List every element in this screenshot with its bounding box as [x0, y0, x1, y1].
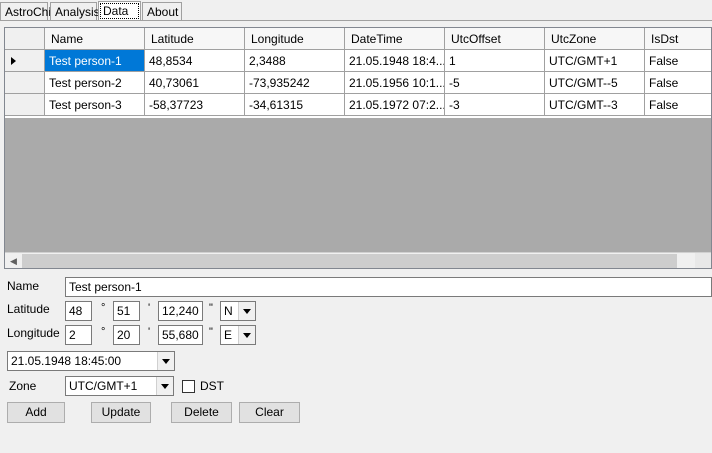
- table-row[interactable]: Test person-2 40,73061 -73,935242 21.05.…: [5, 72, 711, 94]
- longitude-direction-select[interactable]: E: [220, 325, 256, 345]
- cell-name[interactable]: Test person-3: [45, 94, 145, 116]
- cell-datetime[interactable]: 21.05.1948 18:4...: [345, 50, 445, 72]
- scrollbar-thumb[interactable]: [22, 254, 677, 268]
- latitude-seconds-field[interactable]: 12,240: [158, 301, 203, 321]
- tab-strip: AstroChi Analysis Data About: [0, 0, 712, 22]
- cell-isdst[interactable]: False: [645, 72, 711, 94]
- scrollbar-corner: [695, 253, 711, 268]
- longitude-direction-value: E: [224, 328, 233, 342]
- latitude-direction-value: N: [224, 304, 233, 318]
- longitude-minutes-field[interactable]: 20: [113, 325, 140, 345]
- zone-value: UTC/GMT+1: [69, 379, 138, 393]
- update-button[interactable]: Update: [91, 402, 151, 423]
- zone-select[interactable]: UTC/GMT+1: [65, 376, 174, 396]
- column-header-latitude[interactable]: Latitude: [145, 28, 245, 50]
- tab-analysis[interactable]: Analysis: [50, 2, 100, 20]
- column-header-name[interactable]: Name: [45, 28, 145, 50]
- cell-name[interactable]: Test person-1: [45, 50, 145, 72]
- data-grid[interactable]: Name Latitude Longitude DateTime UtcOffs…: [4, 27, 712, 269]
- cell-utczone[interactable]: UTC/GMT+1: [545, 50, 645, 72]
- column-header-longitude[interactable]: Longitude: [245, 28, 345, 50]
- cell-latitude[interactable]: 40,73061: [145, 72, 245, 94]
- cell-longitude[interactable]: -34,61315: [245, 94, 345, 116]
- column-header-datetime[interactable]: DateTime: [345, 28, 445, 50]
- current-row-arrow-icon: [11, 57, 16, 65]
- cell-latitude[interactable]: 48,8534: [145, 50, 245, 72]
- cell-longitude[interactable]: -73,935242: [245, 72, 345, 94]
- datetime-picker[interactable]: 21.05.1948 18:45:00: [7, 351, 175, 371]
- column-header-utczone[interactable]: UtcZone: [545, 28, 645, 50]
- tab-about[interactable]: About: [142, 2, 182, 20]
- row-header[interactable]: [5, 94, 45, 116]
- cell-datetime[interactable]: 21.05.1972 07:2...: [345, 94, 445, 116]
- latitude-label: Latitude: [7, 302, 50, 316]
- tab-data[interactable]: Data: [98, 1, 141, 21]
- minute-symbol: ': [148, 326, 151, 338]
- horizontal-scrollbar[interactable]: ◀: [5, 252, 711, 268]
- degree-symbol: °: [101, 326, 106, 338]
- add-button[interactable]: Add: [7, 402, 65, 423]
- cell-datetime[interactable]: 21.05.1956 10:1...: [345, 72, 445, 94]
- cell-isdst[interactable]: False: [645, 94, 711, 116]
- grid-empty-area: [5, 118, 711, 252]
- longitude-seconds-field[interactable]: 55,680: [158, 325, 203, 345]
- longitude-degrees-field[interactable]: 2: [65, 325, 92, 345]
- cell-latitude[interactable]: -58,37723: [145, 94, 245, 116]
- cell-name[interactable]: Test person-2: [45, 72, 145, 94]
- longitude-label: Longitude: [7, 326, 60, 340]
- tab-divider: [0, 20, 712, 21]
- dst-label: DST: [200, 379, 224, 393]
- grid-corner-cell: [5, 28, 45, 50]
- latitude-direction-select[interactable]: N: [220, 301, 256, 321]
- scroll-left-icon[interactable]: ◀: [5, 253, 22, 268]
- chevron-down-icon[interactable]: [157, 352, 174, 370]
- degree-symbol: °: [101, 302, 106, 314]
- chevron-down-icon[interactable]: [238, 302, 255, 320]
- cell-longitude[interactable]: 2,3488: [245, 50, 345, 72]
- second-symbol: ": [209, 326, 213, 338]
- delete-button[interactable]: Delete: [171, 402, 232, 423]
- cell-utczone[interactable]: UTC/GMT--3: [545, 94, 645, 116]
- zone-label: Zone: [9, 379, 37, 393]
- cell-utcoffset[interactable]: 1: [445, 50, 545, 72]
- dst-checkbox[interactable]: [182, 380, 195, 393]
- name-field[interactable]: Test person-1: [65, 277, 712, 297]
- chevron-down-icon[interactable]: [156, 377, 173, 395]
- cell-utcoffset[interactable]: -3: [445, 94, 545, 116]
- name-label: Name: [7, 279, 40, 293]
- cell-utczone[interactable]: UTC/GMT--5: [545, 72, 645, 94]
- table-row[interactable]: Test person-1 48,8534 2,3488 21.05.1948 …: [5, 50, 711, 72]
- cell-isdst[interactable]: False: [645, 50, 711, 72]
- tab-astrochi[interactable]: AstroChi: [0, 2, 51, 20]
- row-header-current[interactable]: [5, 50, 45, 72]
- latitude-degrees-field[interactable]: 48: [65, 301, 92, 321]
- datetime-value: 21.05.1948 18:45:00: [11, 354, 122, 368]
- second-symbol: ": [209, 302, 213, 314]
- column-header-isdst[interactable]: IsDst: [645, 28, 711, 50]
- cell-utcoffset[interactable]: -5: [445, 72, 545, 94]
- table-row[interactable]: Test person-3 -58,37723 -34,61315 21.05.…: [5, 94, 711, 116]
- column-header-utcoffset[interactable]: UtcOffset: [445, 28, 545, 50]
- clear-button[interactable]: Clear: [239, 402, 300, 423]
- row-header[interactable]: [5, 72, 45, 94]
- chevron-down-icon[interactable]: [238, 326, 255, 344]
- latitude-minutes-field[interactable]: 51: [113, 301, 140, 321]
- minute-symbol: ': [148, 302, 151, 314]
- grid-header-row: Name Latitude Longitude DateTime UtcOffs…: [5, 28, 711, 50]
